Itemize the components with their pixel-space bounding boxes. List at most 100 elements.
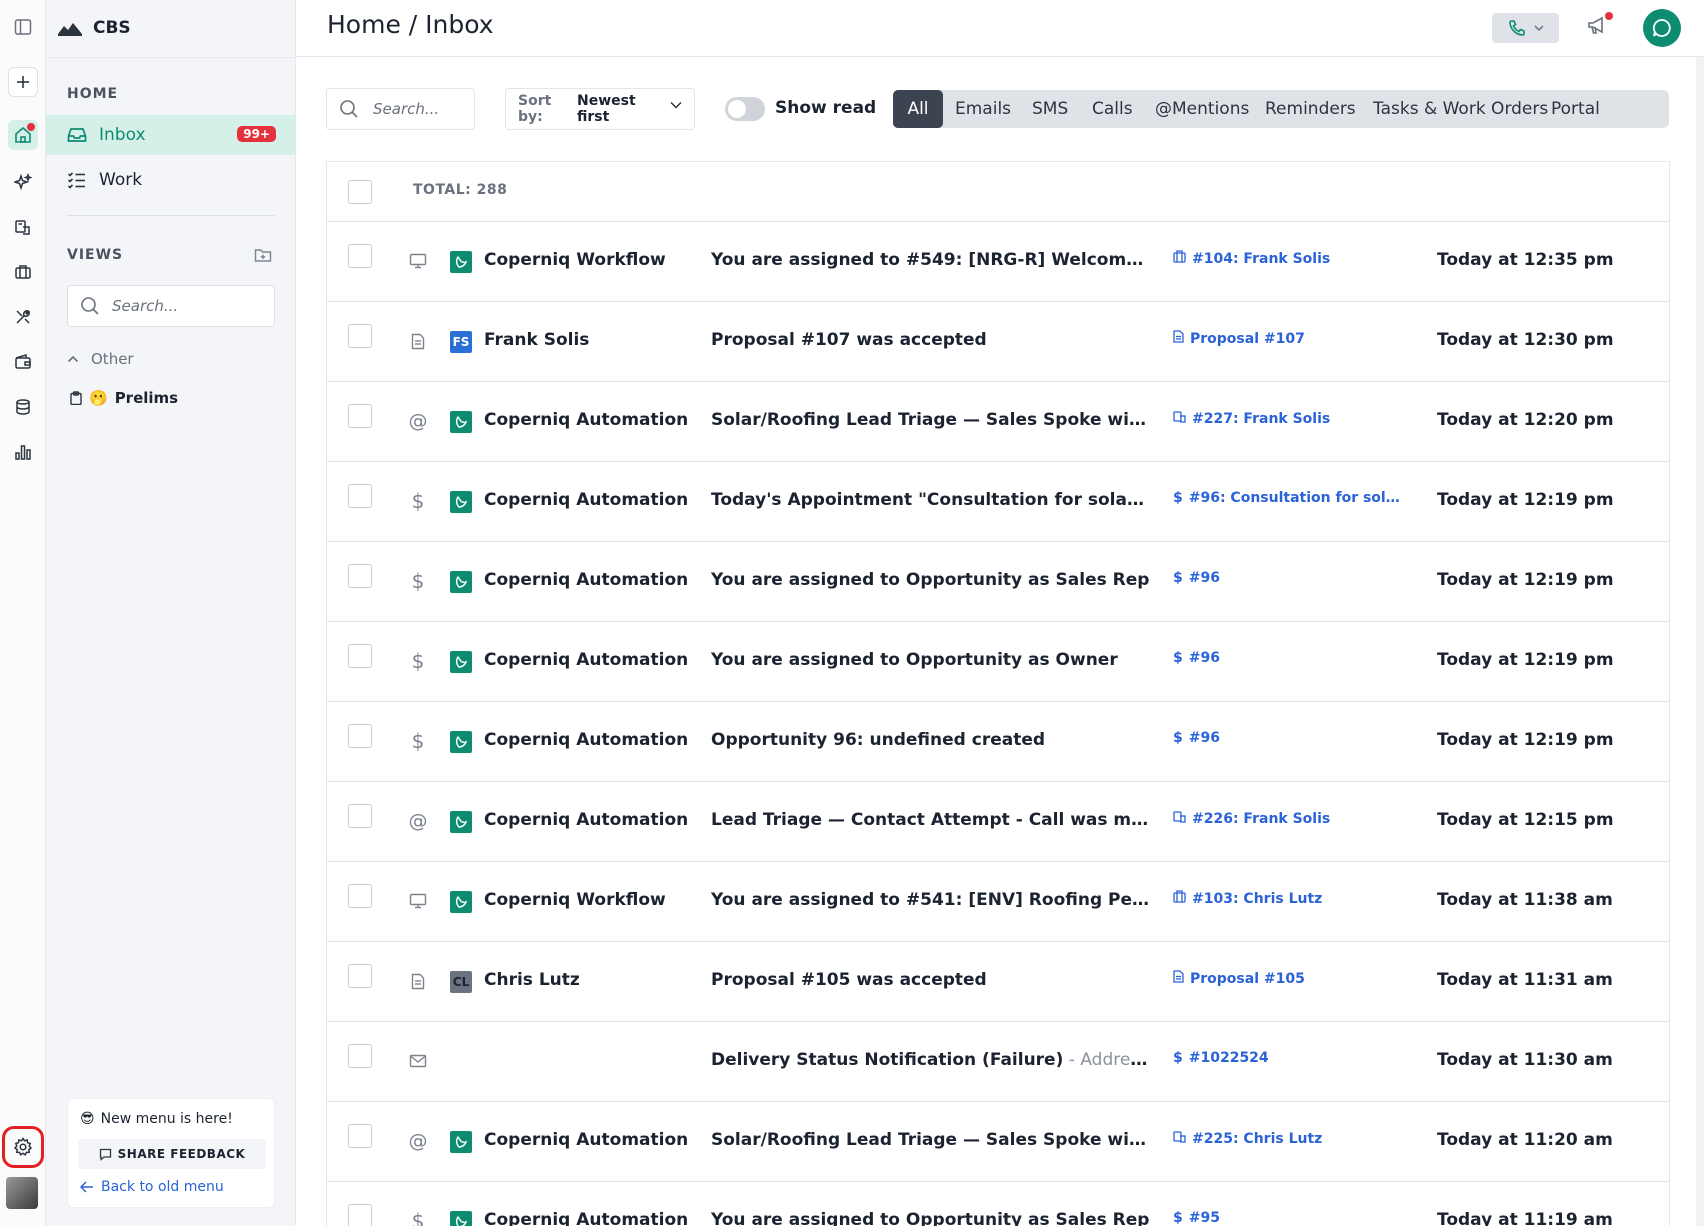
table-row[interactable]: CL Chris Lutz Proposal #105 was accepted Pr…	[327, 942, 1669, 1022]
message-subject[interactable]: You are assigned to #541: [ENV] Roofing …	[711, 890, 1151, 910]
call-dropdown-button[interactable]	[1492, 13, 1559, 43]
sender-name: Chris Lutz	[484, 970, 580, 990]
table-row[interactable]: $ Coperniq Automation You are assigned to …	[327, 622, 1669, 702]
message-subject[interactable]: Today's Appointment "Consultation for so…	[711, 490, 1151, 510]
user-avatar: CL	[450, 971, 472, 993]
tab-emails[interactable]: Emails	[955, 90, 1011, 128]
table-row[interactable]: Coperniq Workflow You are assigned to #54…	[327, 222, 1669, 302]
message-subject[interactable]: You are assigned to Opportunity as Sales…	[711, 570, 1151, 590]
chart-icon[interactable]	[8, 437, 38, 467]
record-link[interactable]: #104: Frank Solis	[1173, 250, 1405, 267]
tools-icon[interactable]	[8, 302, 38, 332]
sender-name: Coperniq Workflow	[484, 890, 666, 910]
message-subject[interactable]: Proposal #105 was accepted	[711, 970, 1151, 990]
wallet-icon[interactable]	[8, 347, 38, 377]
row-checkbox[interactable]	[348, 244, 372, 268]
briefcase-icon[interactable]	[8, 257, 38, 287]
inbox-icon	[67, 128, 87, 142]
table-row[interactable]: $ Coperniq Automation Opportunity 96: unde…	[327, 702, 1669, 782]
tab-calls[interactable]: Calls	[1092, 90, 1133, 128]
row-checkbox[interactable]	[348, 564, 372, 588]
table-row[interactable]: Coperniq Workflow You are assigned to #54…	[327, 862, 1669, 942]
search-input[interactable]: Search...	[326, 88, 475, 130]
sidebar-toggle-icon[interactable]	[8, 12, 38, 42]
tab-mentions[interactable]: @Mentions	[1155, 90, 1249, 128]
record-link[interactable]: #103: Chris Lutz	[1173, 890, 1405, 907]
lead-icon	[1173, 1130, 1186, 1147]
sort-dropdown[interactable]: Sort by: Newest first	[505, 88, 695, 130]
table-row[interactable]: Delivery Status Notification (Failure) -…	[327, 1022, 1669, 1102]
row-checkbox[interactable]	[348, 1204, 372, 1226]
back-to-old-menu-link[interactable]: Back to old menu	[80, 1179, 224, 1195]
table-row[interactable]: FS Frank Solis Proposal #107 was accepted P…	[327, 302, 1669, 382]
select-all-checkbox[interactable]	[348, 180, 372, 204]
automation-avatar-icon	[450, 411, 472, 433]
record-link[interactable]: $ #1022524	[1173, 1050, 1405, 1066]
tab-sms[interactable]: SMS	[1032, 90, 1068, 128]
scrollbar[interactable]	[1696, 57, 1704, 1226]
row-checkbox[interactable]	[348, 1044, 372, 1068]
record-link[interactable]: $ #96	[1173, 730, 1405, 746]
announcements-icon[interactable]	[1586, 12, 1613, 42]
add-icon[interactable]	[8, 67, 38, 97]
record-link[interactable]: #227: Frank Solis	[1173, 410, 1405, 427]
automation-avatar-icon	[450, 251, 472, 273]
table-row[interactable]: $ Coperniq Automation You are assigned to …	[327, 1182, 1669, 1226]
clients-icon[interactable]	[8, 212, 38, 242]
message-subject[interactable]: Delivery Status Notification (Failure) -…	[711, 1050, 1151, 1070]
home-icon[interactable]	[8, 120, 38, 150]
record-link[interactable]: Proposal #107	[1173, 330, 1405, 347]
record-link[interactable]: #226: Frank Solis	[1173, 810, 1405, 827]
record-link[interactable]: $ #96	[1173, 650, 1405, 666]
brand[interactable]: CBS	[56, 14, 131, 42]
record-link[interactable]: $ #96	[1173, 570, 1405, 586]
sparkles-icon[interactable]	[8, 167, 38, 197]
row-checkbox[interactable]	[348, 804, 372, 828]
view-item-prelims[interactable]: 🫢 Prelims	[70, 389, 178, 407]
tab-reminders[interactable]: Reminders	[1265, 90, 1356, 128]
message-subject[interactable]: Lead Triage — Contact Attempt - Call was…	[711, 810, 1151, 830]
chat-button[interactable]	[1643, 9, 1681, 47]
table-row[interactable]: $ Coperniq Automation You are assigned to …	[327, 542, 1669, 622]
settings-gear-icon[interactable]	[2, 1126, 44, 1168]
database-icon[interactable]	[8, 392, 38, 422]
timestamp: Today at 12:19 pm	[1437, 650, 1614, 670]
row-checkbox[interactable]	[348, 884, 372, 908]
nav-item-inbox[interactable]: Inbox 99+	[46, 115, 296, 155]
record-link[interactable]: $ #95	[1173, 1210, 1405, 1226]
message-subject[interactable]: You are assigned to Opportunity as Owner	[711, 650, 1151, 670]
row-checkbox[interactable]	[348, 1124, 372, 1148]
row-checkbox[interactable]	[348, 324, 372, 348]
building-icon	[1173, 890, 1186, 907]
message-subject[interactable]: You are assigned to Opportunity as Sales…	[711, 1210, 1151, 1226]
views-group-other[interactable]: Other	[67, 350, 134, 368]
views-search-input[interactable]: Search...	[67, 285, 275, 327]
message-subject[interactable]: Proposal #107 was accepted	[711, 330, 1151, 350]
tab-portal[interactable]: Portal	[1551, 90, 1600, 128]
row-checkbox[interactable]	[348, 724, 372, 748]
table-row[interactable]: @ Coperniq Automation Solar/Roofing Lead T…	[327, 1102, 1669, 1182]
record-link[interactable]: Proposal #105	[1173, 970, 1405, 987]
message-subject[interactable]: Solar/Roofing Lead Triage — Sales Spoke …	[711, 1130, 1151, 1150]
message-subject[interactable]: Opportunity 96: undefined created	[711, 730, 1151, 750]
message-subject[interactable]: Solar/Roofing Lead Triage — Sales Spoke …	[711, 410, 1151, 430]
row-checkbox[interactable]	[348, 404, 372, 428]
share-feedback-button[interactable]: SHARE FEEDBACK	[78, 1139, 266, 1169]
nav-item-work[interactable]: Work	[46, 160, 296, 200]
table-row[interactable]: $ Coperniq Automation Today's Appointment …	[327, 462, 1669, 542]
message-subject[interactable]: You are assigned to #549: [NRG-R] Welcom…	[711, 250, 1151, 270]
user-avatar[interactable]	[6, 1177, 38, 1209]
tab-tasks-work-orders[interactable]: Tasks & Work Orders	[1373, 90, 1548, 128]
row-checkbox[interactable]	[348, 484, 372, 508]
record-link[interactable]: $ #96: Consultation for solar ...	[1173, 490, 1405, 506]
show-read-toggle[interactable]	[725, 97, 765, 121]
add-folder-icon[interactable]	[254, 247, 272, 267]
record-link[interactable]: #225: Chris Lutz	[1173, 1130, 1405, 1147]
row-checkbox[interactable]	[348, 644, 372, 668]
notification-dot	[1605, 12, 1613, 20]
tab-all[interactable]: All	[893, 90, 943, 128]
automation-avatar-icon	[450, 731, 472, 753]
row-checkbox[interactable]	[348, 964, 372, 988]
table-row[interactable]: @ Coperniq Automation Lead Triage — Contac…	[327, 782, 1669, 862]
table-row[interactable]: @ Coperniq Automation Solar/Roofing Lead T…	[327, 382, 1669, 462]
